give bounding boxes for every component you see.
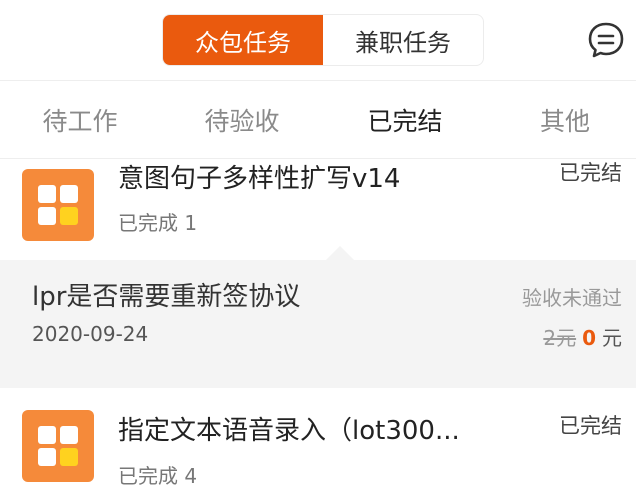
status-tabs: 待工作 待验收 已完结 其他 [0,81,636,159]
tab-pending-work[interactable]: 待工作 [20,81,140,159]
task-status: 已完结 [559,414,622,438]
task-progress: 已完成 1 [118,211,198,235]
task-type-switch: 众包任务 兼职任务 [162,14,484,66]
top-header: 众包任务 兼职任务 [0,0,636,80]
segment-parttime-tasks[interactable]: 兼职任务 [323,15,483,65]
original-price: 2元 [543,326,577,350]
chat-bubble-icon[interactable] [586,20,626,60]
task-date: 2020-09-24 [32,322,149,346]
task-price: 2元 0 元 [543,322,622,351]
task-title: 指定文本语音录入（lot300... [118,416,460,446]
tab-pending-review[interactable]: 待验收 [182,81,302,159]
task-card[interactable]: 指定文本语音录入（lot300... 已完成 4 已完结 [0,392,636,502]
segment-crowdsource-tasks[interactable]: 众包任务 [163,15,323,65]
task-grid-icon [22,410,94,482]
tab-other[interactable]: 其他 [510,81,620,159]
task-card[interactable]: 意图句子多样性扩写v14 已完成 1 已完结 [0,159,636,249]
card-notch [326,246,354,260]
task-title: lpr是否需要重新签协议 [32,282,301,312]
tab-completed[interactable]: 已完结 [345,81,465,159]
review-status: 验收未通过 [522,286,622,310]
paid-price: 0 [582,326,596,350]
task-title: 意图句子多样性扩写v14 [118,164,401,194]
task-progress: 已完成 4 [118,464,198,488]
price-unit: 元 [602,326,622,350]
task-grid-icon [22,169,94,241]
task-status: 已完结 [559,161,622,185]
